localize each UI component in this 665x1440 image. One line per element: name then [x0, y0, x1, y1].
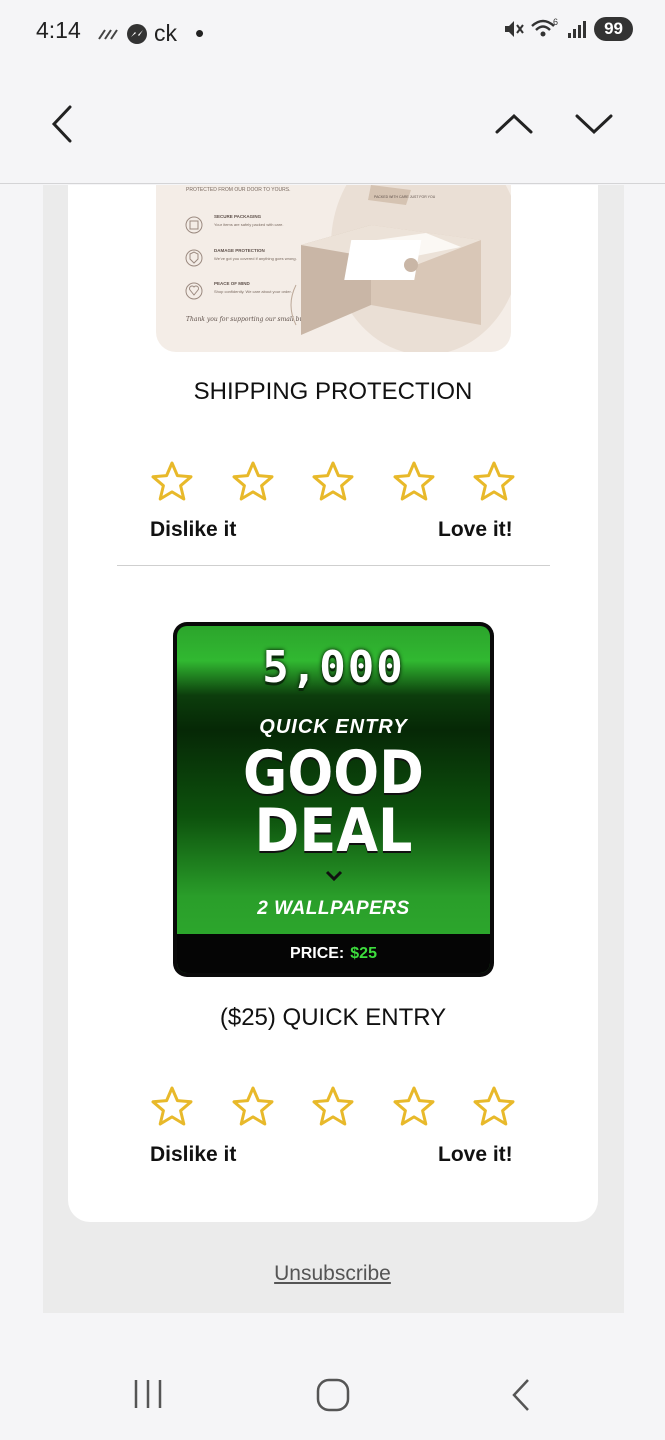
rating-high-label: Love it!: [438, 518, 513, 541]
back-icon: [512, 1379, 529, 1411]
recents-button[interactable]: [128, 1376, 168, 1412]
email-header-bar: [0, 62, 665, 184]
system-navigation-bar: [0, 1350, 665, 1440]
deal-line-2: DEAL: [254, 796, 413, 866]
previous-email-button[interactable]: [492, 102, 536, 146]
battery-badge: 99: [594, 17, 633, 41]
notification-dot: •: [195, 18, 205, 48]
deal-price-label: PRICE:: [290, 944, 345, 962]
star-2-icon[interactable]: [231, 460, 275, 502]
star-2-icon[interactable]: [231, 1085, 275, 1127]
ship-item-3-title: PEACE OF MIND: [214, 281, 251, 286]
rating-high-label: Love it!: [438, 1143, 513, 1166]
divider: [117, 565, 550, 566]
quick-entry-image[interactable]: 5,000 QUICK ENTRY GOOD DEAL 2 WALLPAPERS…: [173, 622, 494, 977]
signal-icon: [568, 21, 587, 38]
deal-price-band: PRICE: $25: [177, 934, 490, 973]
ship-item-1-title: SECURE PACKAGING: [214, 214, 262, 219]
ship-item-2-title: DAMAGE PROTECTION: [214, 248, 265, 253]
system-back-button[interactable]: [500, 1376, 540, 1414]
status-right: 6 99: [502, 17, 633, 41]
shipping-protection-image[interactable]: PROTECTED FROM OUR DOOR TO YOURS. SECURE…: [156, 185, 511, 352]
shipping-illustration: PROTECTED FROM OUR DOOR TO YOURS. SECURE…: [185, 185, 511, 352]
star-1-icon[interactable]: [150, 1085, 194, 1127]
chevron-up-icon: [495, 113, 533, 134]
ship-item-1-text: Your items are safely packed with care.: [214, 222, 283, 227]
chevron-left-icon: [51, 105, 72, 143]
notification-text: ck: [154, 20, 177, 46]
box-label: PACKED WITH CARE JUST FOR YOU: [374, 195, 436, 199]
messenger-icon: [127, 23, 147, 44]
recents-icon: [134, 1380, 162, 1408]
rating-stars: [150, 1085, 516, 1127]
home-icon: [316, 1378, 350, 1412]
deal-line-1: GOOD: [243, 738, 424, 808]
status-time: 4:14: [36, 17, 81, 43]
ship-item-2-text: We've got you covered if anything goes w…: [214, 256, 297, 261]
star-4-icon[interactable]: [392, 1085, 436, 1127]
quick-entry-graphic: 5,000 QUICK ENTRY GOOD DEAL 2 WALLPAPERS…: [177, 626, 490, 973]
status-bar: 4:14 ck • 6 99: [0, 0, 665, 62]
wifi-icon: 6: [531, 17, 558, 37]
deal-price-value: $25: [350, 944, 377, 962]
wifi-superscript: 6: [553, 17, 558, 27]
deal-extra: 2 WALLPAPERS: [257, 898, 410, 919]
notification-icons: ck •: [96, 18, 204, 49]
rating-low-label: Dislike it: [150, 1143, 237, 1166]
star-5-icon[interactable]: [472, 460, 516, 502]
ship-item-3-text: Shop confidently. We care about your ord…: [214, 289, 292, 294]
ship-heading: PROTECTED FROM OUR DOOR TO YOURS.: [186, 187, 290, 193]
star-3-icon[interactable]: [311, 1085, 355, 1127]
back-button[interactable]: [40, 102, 84, 146]
next-email-button[interactable]: [572, 102, 616, 146]
deal-subtitle: QUICK ENTRY: [259, 716, 408, 738]
rating-low-label: Dislike it: [150, 518, 237, 541]
chevron-down-icon: [325, 870, 343, 882]
product-title: ($25) QUICK ENTRY: [219, 1004, 447, 1031]
product-title: SHIPPING PROTECTION: [193, 378, 473, 405]
star-1-icon[interactable]: [150, 460, 194, 502]
chevron-down-icon: [575, 114, 613, 135]
unsubscribe-link[interactable]: Unsubscribe: [0, 1262, 665, 1286]
star-3-icon[interactable]: [311, 460, 355, 502]
rating-stars: [150, 460, 516, 502]
deal-amount: 5,000: [262, 642, 405, 693]
home-button[interactable]: [312, 1376, 354, 1414]
mute-icon: [505, 21, 524, 37]
star-5-icon[interactable]: [472, 1085, 516, 1127]
star-4-icon[interactable]: [392, 460, 436, 502]
call-forward-icon: [98, 28, 118, 40]
